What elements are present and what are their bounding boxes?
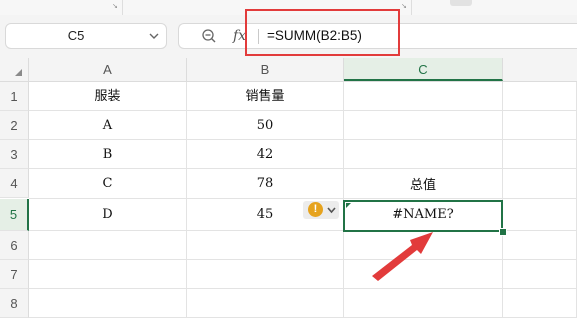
annotation-highlight-box	[245, 9, 400, 56]
cell-d1[interactable]	[503, 82, 577, 111]
cell-c7[interactable]	[344, 260, 503, 289]
cell-a2[interactable]: A	[29, 111, 187, 140]
row-header-7[interactable]: 7	[0, 260, 29, 289]
cell-a7[interactable]	[29, 260, 187, 289]
row-header-5[interactable]: 5	[0, 199, 29, 231]
row-header-4[interactable]: 4	[0, 169, 29, 198]
select-all-corner[interactable]	[0, 58, 29, 81]
cell-d2[interactable]	[503, 111, 577, 140]
cell-a6[interactable]	[29, 231, 187, 260]
cell-b7[interactable]	[187, 260, 344, 289]
cell-b4[interactable]: 78	[187, 169, 344, 199]
cell-d3[interactable]	[503, 140, 577, 169]
row-header-1[interactable]: 1	[0, 82, 29, 111]
warning-icon: !	[308, 202, 323, 217]
column-header-c[interactable]: C	[344, 58, 503, 81]
ribbon-scroll-handle[interactable]	[450, 0, 472, 6]
cell-c8[interactable]	[344, 289, 503, 318]
name-box[interactable]: C5	[5, 23, 167, 49]
error-check-button[interactable]: !	[303, 201, 339, 219]
column-header-d[interactable]	[503, 58, 577, 81]
cell-a3[interactable]: B	[29, 140, 187, 169]
cell-b8[interactable]	[187, 289, 344, 318]
row-header-2[interactable]: 2	[0, 111, 29, 140]
cell-d8[interactable]	[503, 289, 577, 318]
cell-b2[interactable]: 50	[187, 111, 344, 140]
zoom-out-icon[interactable]	[201, 28, 217, 44]
cell-d5[interactable]	[503, 199, 577, 231]
cell-b1[interactable]: 销售量	[187, 82, 344, 111]
cell-c6[interactable]	[344, 231, 503, 260]
cell-c2[interactable]	[344, 111, 503, 140]
active-cell-outline	[343, 200, 503, 232]
error-corner-marker	[346, 203, 351, 208]
ribbon-expand-icon[interactable]: ↘	[401, 3, 409, 11]
cell-a4[interactable]: C	[29, 169, 187, 199]
select-all-icon	[15, 69, 22, 76]
column-header-bar: A B C	[0, 58, 577, 82]
cell-b6[interactable]	[187, 231, 344, 260]
row-header-8[interactable]: 8	[0, 289, 29, 318]
cell-a5[interactable]: D	[29, 199, 187, 231]
ribbon-group: ↘	[0, 0, 123, 15]
chevron-down-icon[interactable]	[148, 30, 160, 42]
cell-d7[interactable]	[503, 260, 577, 289]
row-header-6[interactable]: 6	[0, 231, 29, 260]
cell-a1[interactable]: 服装	[29, 82, 187, 111]
cell-d4[interactable]	[503, 169, 577, 199]
cell-c3[interactable]	[344, 140, 503, 169]
row-header-3[interactable]: 3	[0, 140, 29, 169]
name-box-value: C5	[67, 28, 85, 43]
cell-b3[interactable]: 42	[187, 140, 344, 169]
ribbon-expand-icon[interactable]: ↘	[112, 3, 120, 11]
cell-c1[interactable]	[344, 82, 503, 111]
chevron-down-icon	[327, 207, 336, 214]
cell-c4[interactable]: 总值	[344, 169, 503, 199]
cell-a8[interactable]	[29, 289, 187, 318]
cell-d6[interactable]	[503, 231, 577, 260]
column-header-a[interactable]: A	[29, 58, 187, 81]
fill-handle[interactable]	[499, 228, 507, 236]
column-header-b[interactable]: B	[187, 58, 344, 81]
